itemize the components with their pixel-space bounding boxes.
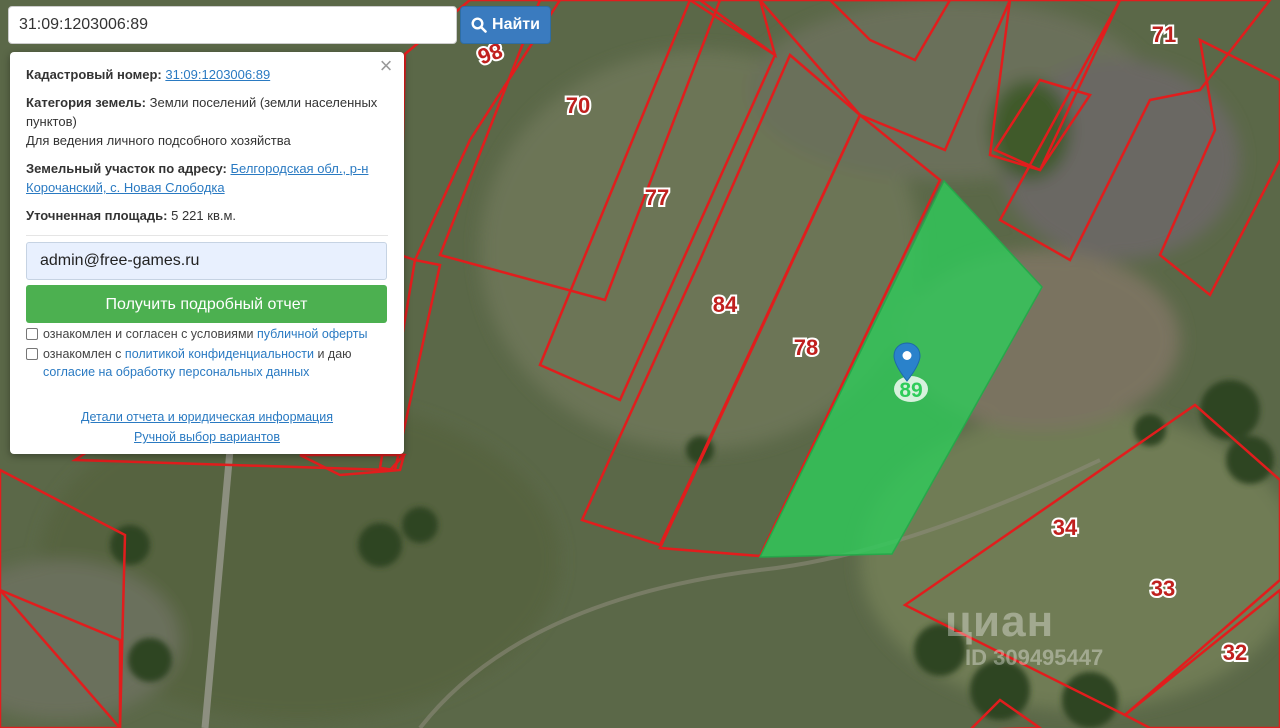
- svg-text:89: 89: [899, 379, 922, 402]
- manual-selection-link[interactable]: Ручной выбор вариантов: [26, 427, 388, 447]
- area-value: 5 221 кв.м.: [171, 208, 237, 223]
- search-icon: [471, 17, 487, 33]
- report-details-link[interactable]: Детали отчета и юридическая информация: [26, 407, 388, 427]
- consent-privacy-text-b: и даю: [317, 347, 352, 361]
- consent-offer-checkbox[interactable]: [26, 328, 38, 340]
- category-label: Категория земель:: [26, 95, 147, 110]
- area-label: Уточненная площадь:: [26, 208, 168, 223]
- privacy-policy-link[interactable]: политикой конфиденциальности: [125, 347, 314, 361]
- watermark-id: ID 309495447: [965, 645, 1104, 670]
- consent-offer-row: ознакомлен и согласен с условиями публич…: [26, 325, 388, 343]
- consent-privacy-checkbox[interactable]: [26, 348, 38, 360]
- watermark: циан ID 309495447: [945, 598, 1103, 670]
- address-row: Земельный участок по адресу: Белгородска…: [26, 159, 388, 197]
- watermark-brand: циан: [945, 597, 1055, 646]
- parcel-label-84: 84: [713, 292, 738, 317]
- location-pin-icon[interactable]: [893, 342, 921, 382]
- get-report-button[interactable]: Получить подробный отчет: [26, 285, 387, 323]
- parcel-label-77: 77: [645, 185, 669, 210]
- area-row: Уточненная площадь: 5 221 кв.м.: [26, 206, 388, 225]
- consent-privacy-row: ознакомлен с политикой конфиденциальност…: [26, 345, 388, 381]
- public-offer-link[interactable]: публичной оферты: [257, 327, 367, 341]
- parcel-label-34: 34: [1053, 515, 1078, 540]
- consent-offer-text: ознакомлен и согласен с условиями: [43, 327, 254, 341]
- parcel-label-32: 32: [1223, 640, 1247, 665]
- personal-data-consent-link[interactable]: согласие на обработку персональных данны…: [43, 365, 309, 379]
- parcel-label-78: 78: [794, 335, 818, 360]
- cadastral-number-link[interactable]: 31:09:1203006:89: [165, 67, 270, 82]
- email-field[interactable]: [26, 242, 387, 280]
- address-label: Земельный участок по адресу:: [26, 161, 227, 176]
- usage-value: Для ведения личного подсобного хозяйства: [26, 133, 291, 148]
- footer-links: Детали отчета и юридическая информация Р…: [26, 407, 388, 447]
- search-button[interactable]: Найти: [460, 6, 551, 44]
- parcel-info-popup: × Кадастровый номер: 31:09:1203006:89 Ка…: [10, 52, 404, 454]
- parcel-label-70: 70: [566, 93, 590, 118]
- divider: [26, 235, 388, 236]
- close-icon[interactable]: ×: [376, 55, 396, 77]
- cadastral-search-input[interactable]: [8, 6, 457, 44]
- cadastral-row: Кадастровый номер: 31:09:1203006:89: [26, 65, 388, 84]
- category-row: Категория земель: Земли поселений (земли…: [26, 93, 388, 150]
- parcel-label-71: 71: [1152, 22, 1176, 47]
- consent-privacy-text-a: ознакомлен с: [43, 347, 122, 361]
- search-button-label: Найти: [492, 16, 540, 33]
- cadastral-label: Кадастровый номер:: [26, 67, 162, 82]
- parcel-label-33: 33: [1151, 576, 1175, 601]
